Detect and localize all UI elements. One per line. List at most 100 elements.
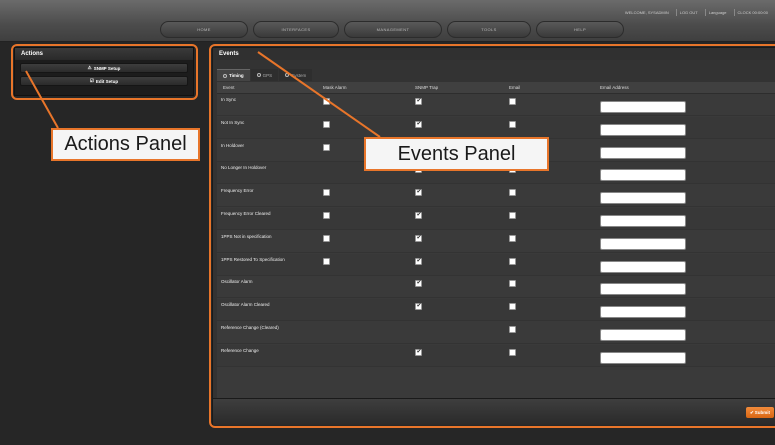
email-checkbox[interactable] bbox=[509, 120, 516, 128]
email-address-input[interactable] bbox=[600, 283, 686, 296]
event-label: In Sync bbox=[221, 97, 237, 102]
mask-checkbox[interactable] bbox=[323, 189, 330, 197]
snmp-checkbox[interactable] bbox=[415, 211, 422, 219]
util-link[interactable]: Language bbox=[704, 9, 730, 16]
events-panel-callout: Events Panel bbox=[364, 137, 549, 171]
email-address-input[interactable] bbox=[600, 169, 686, 182]
email-checkbox[interactable] bbox=[509, 280, 516, 288]
snmp-checkbox[interactable] bbox=[415, 120, 422, 128]
events-table: Event Mask Alarm SNMP Trap Email Email Addre… bbox=[217, 82, 775, 415]
table-row: Reference Change bbox=[217, 344, 775, 367]
snmp-checkbox[interactable] bbox=[415, 97, 422, 105]
table-row: Oscillator Alarm Cleared bbox=[217, 299, 775, 322]
main-nav: HOME INTERFACES MANAGEMENT TOOLS HELP bbox=[160, 21, 624, 38]
column-header: Event bbox=[223, 85, 235, 90]
snmp-checkbox[interactable] bbox=[415, 302, 422, 311]
tab-label: Timing bbox=[229, 73, 244, 78]
snmp-checkbox[interactable] bbox=[415, 348, 422, 356]
table-row: In Sync bbox=[217, 94, 775, 116]
email-checkbox[interactable] bbox=[509, 189, 516, 197]
table-row: 1PPS Not in specification bbox=[217, 231, 775, 253]
event-label: Reference Change bbox=[221, 347, 259, 353]
column-header: SNMP Trap bbox=[415, 85, 439, 90]
action-button-label: SNMP Setup bbox=[93, 65, 121, 71]
event-label: Frequency Error bbox=[221, 188, 254, 194]
email-address-input[interactable] bbox=[600, 123, 686, 136]
event-label: Oscillator Alarm Cleared bbox=[221, 302, 270, 308]
nav-item-management[interactable]: MANAGEMENT bbox=[344, 21, 442, 38]
submit-button[interactable]: ✔ Submit bbox=[746, 407, 774, 418]
email-address-input[interactable] bbox=[600, 215, 686, 227]
table-row: Oscillator Alarm bbox=[217, 276, 775, 299]
email-checkbox[interactable] bbox=[509, 98, 516, 105]
tab-label: GPS bbox=[262, 72, 273, 78]
email-address-input[interactable] bbox=[600, 146, 686, 159]
mask-checkbox[interactable] bbox=[323, 212, 330, 219]
email-address-input[interactable] bbox=[600, 329, 686, 341]
radio-icon bbox=[223, 73, 227, 78]
column-header: Email Address bbox=[600, 85, 629, 90]
email-checkbox[interactable] bbox=[509, 326, 516, 333]
app-window: WELCOME, SYSADMIN LOG OUT Language CLOCK 00… bbox=[0, 0, 775, 445]
email-address-input[interactable] bbox=[600, 260, 686, 273]
table-header: Event Mask Alarm SNMP Trap Email Email Addre… bbox=[217, 82, 775, 94]
snmp-checkbox[interactable] bbox=[415, 234, 422, 242]
event-label: No Longer In Holdover bbox=[221, 165, 267, 171]
nav-item-home[interactable]: HOME bbox=[160, 21, 248, 38]
mask-checkbox[interactable] bbox=[323, 120, 330, 128]
edit-icon: ☑ bbox=[89, 78, 94, 83]
tab-label: System bbox=[291, 72, 307, 78]
events-title: Events bbox=[213, 48, 775, 60]
email-address-input[interactable] bbox=[600, 101, 686, 113]
radio-icon bbox=[256, 73, 261, 77]
action-button-snmp-setup[interactable]: ⚠ SNMP Setup bbox=[20, 63, 188, 73]
mask-checkbox[interactable] bbox=[323, 143, 330, 151]
top-header: WELCOME, SYSADMIN LOG OUT Language CLOCK 00… bbox=[0, 0, 775, 42]
nav-item-help[interactable]: HELP bbox=[536, 21, 624, 38]
events-panel: Events Timing GPS System Event Mask Alarm SN… bbox=[212, 47, 775, 425]
action-button-edit-setup[interactable]: ☑ Edit Setup bbox=[20, 76, 188, 86]
warning-icon: ⚠ bbox=[87, 65, 92, 70]
email-checkbox[interactable] bbox=[509, 234, 516, 242]
nav-item-tools[interactable]: TOOLS bbox=[447, 21, 531, 38]
event-label: Reference Change (Cleared) bbox=[221, 325, 279, 330]
email-address-input[interactable] bbox=[600, 237, 686, 250]
email-address-input[interactable] bbox=[600, 306, 686, 319]
email-address-input[interactable] bbox=[600, 192, 686, 205]
snmp-checkbox[interactable] bbox=[415, 257, 422, 265]
email-checkbox[interactable] bbox=[509, 303, 516, 311]
mask-checkbox[interactable] bbox=[323, 257, 330, 265]
tab-gps[interactable]: GPS bbox=[250, 69, 279, 81]
snmp-checkbox[interactable] bbox=[415, 188, 422, 197]
email-checkbox[interactable] bbox=[509, 348, 516, 356]
table-row: Frequency Error Cleared bbox=[217, 208, 775, 230]
actions-title: Actions bbox=[15, 48, 193, 60]
nav-item-interfaces[interactable]: INTERFACES bbox=[253, 21, 339, 38]
table-row: Reference Change (Cleared) bbox=[217, 322, 775, 344]
mask-checkbox[interactable] bbox=[323, 234, 330, 242]
util-link[interactable]: WELCOME, SYSADMIN bbox=[622, 9, 672, 16]
event-label: Oscillator Alarm bbox=[221, 279, 253, 285]
mask-checkbox[interactable] bbox=[323, 98, 330, 105]
check-icon: ✔ bbox=[749, 409, 754, 415]
table-row: 1PPS Restored To Specification bbox=[217, 253, 775, 276]
event-label: 1PPS Not in specification bbox=[221, 233, 272, 239]
snmp-checkbox[interactable] bbox=[415, 279, 422, 288]
event-label: Frequency Error Cleared bbox=[221, 211, 271, 216]
action-button-label: Edit Setup bbox=[95, 78, 119, 84]
column-header: Email bbox=[509, 85, 521, 90]
email-checkbox[interactable] bbox=[509, 257, 516, 265]
column-header: Mask Alarm bbox=[323, 85, 347, 90]
events-tabs: Timing GPS System bbox=[217, 69, 313, 81]
actions-panel: Actions ⚠ SNMP Setup ☑ Edit Setup bbox=[14, 47, 194, 96]
actions-panel-callout: Actions Panel bbox=[51, 128, 200, 161]
utility-links: WELCOME, SYSADMIN LOG OUT Language CLOCK 00… bbox=[622, 9, 771, 16]
tab-timing[interactable]: Timing bbox=[217, 69, 250, 81]
tab-system[interactable]: System bbox=[279, 69, 313, 81]
email-address-input[interactable] bbox=[600, 351, 686, 364]
table-row: Not In Sync bbox=[217, 116, 775, 139]
util-link[interactable]: LOG OUT bbox=[675, 9, 701, 16]
table-row: Frequency Error bbox=[217, 185, 775, 208]
email-checkbox[interactable] bbox=[509, 212, 516, 219]
util-link[interactable]: CLOCK 00:00:00 bbox=[733, 9, 771, 16]
